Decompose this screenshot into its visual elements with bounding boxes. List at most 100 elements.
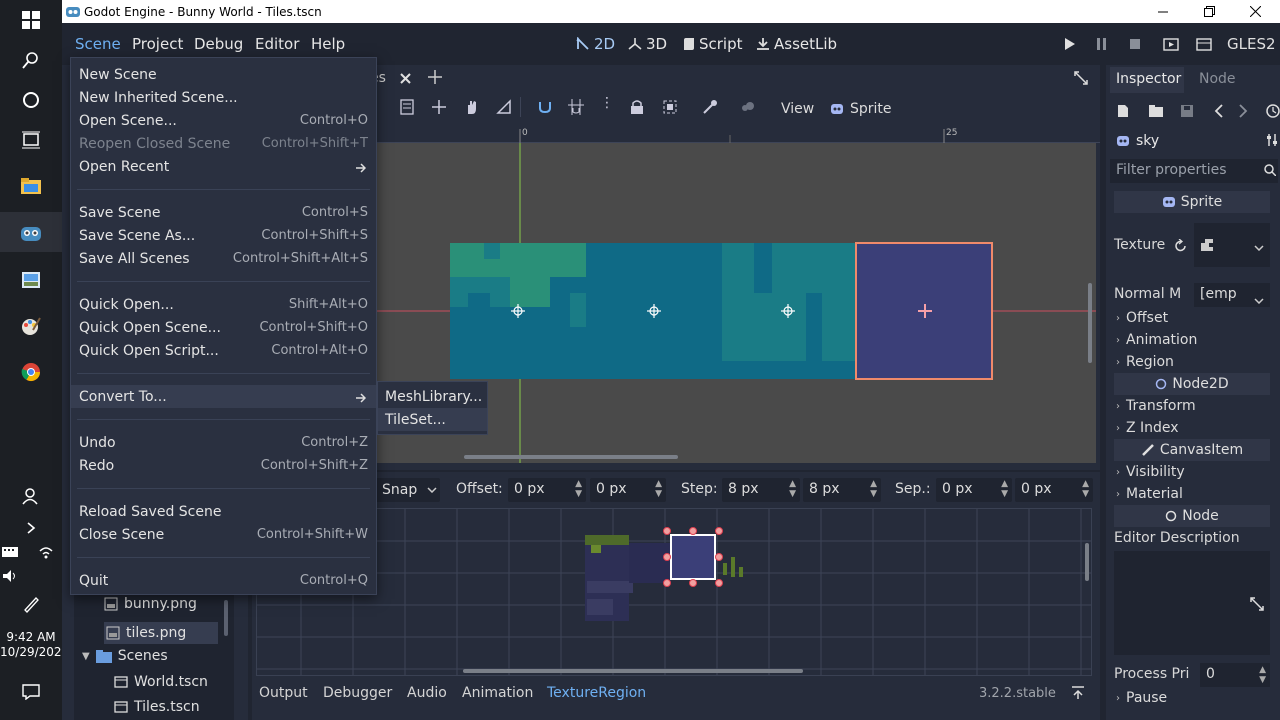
menu-item-quit[interactable]: Quit Control+Q [71, 569, 376, 592]
revert-icon[interactable] [1174, 238, 1188, 257]
new-resource-icon[interactable] [1116, 104, 1130, 122]
minimize-button[interactable] [1140, 0, 1186, 23]
menu-debug[interactable]: Debug [194, 35, 243, 53]
node2d-class-header[interactable]: Node2D [1114, 373, 1270, 395]
pause-icon[interactable] [1096, 37, 1108, 55]
close-tab-icon[interactable] [400, 72, 411, 88]
spinbox-arrows-icon[interactable]: ▲ ▼ [1082, 479, 1089, 499]
history-forward-icon[interactable] [1238, 104, 1248, 122]
offset-y-field[interactable]: 0 px ▲ ▼ [590, 478, 666, 502]
image-viewer-icon[interactable] [0, 260, 62, 300]
sprite-class-header[interactable]: Sprite [1114, 191, 1270, 213]
windows-start-icon[interactable] [0, 0, 62, 40]
tab-inspector[interactable]: Inspector [1116, 71, 1181, 87]
submenu-item-meshlibrary[interactable]: MeshLibrary... [378, 385, 487, 408]
history-back-icon[interactable] [1214, 104, 1224, 122]
stop-icon[interactable] [1129, 38, 1141, 54]
folder-scenes[interactable]: ▼ Scenes [82, 648, 168, 664]
menu-project[interactable]: Project [132, 35, 183, 53]
offset-x-field[interactable]: 0 px ▲ ▼ [508, 478, 586, 502]
spinbox-arrows-icon[interactable]: ▲ ▼ [870, 479, 877, 499]
step-y-field[interactable]: 8 px ▲ ▼ [803, 478, 881, 502]
add-tab-icon[interactable] [428, 70, 442, 88]
menu-item-convert-to[interactable]: Convert To... [71, 385, 376, 408]
particles-icon[interactable] [740, 99, 756, 119]
smart-snap-icon[interactable] [537, 99, 553, 119]
expand-icon[interactable] [1250, 597, 1264, 615]
snap-mode-select[interactable]: Snap [372, 478, 440, 502]
menu-item-new-scene[interactable]: New Scene [71, 63, 376, 86]
close-window-button[interactable] [1232, 0, 1278, 23]
group-animation[interactable]: › Animation [1114, 329, 1274, 351]
texture-vscrollbar[interactable] [1085, 543, 1089, 581]
workspace-2d[interactable]: 2D [576, 35, 615, 53]
file-explorer-icon[interactable] [0, 166, 62, 206]
editor-description-textarea[interactable] [1114, 551, 1270, 655]
cortana-icon[interactable] [0, 80, 62, 120]
chevron-down-icon[interactable] [1254, 239, 1264, 255]
menu-item-quick-open-script[interactable]: Quick Open Script... Control+Alt+O [71, 339, 376, 362]
tab-debugger[interactable]: Debugger [323, 685, 392, 701]
menu-scene[interactable]: Scene [75, 35, 121, 53]
play-custom-scene-icon[interactable] [1196, 37, 1212, 55]
notification-center-icon[interactable] [0, 672, 62, 712]
menu-item-save-all-scenes[interactable]: Save All Scenes Control+Shift+Alt+S [71, 247, 376, 270]
menu-item-open-scene[interactable]: Open Scene... Control+O [71, 109, 376, 132]
search-icon[interactable] [0, 40, 62, 80]
separation-x-field[interactable]: 0 px ▲ ▼ [936, 478, 1012, 502]
ruler-icon[interactable] [496, 99, 512, 119]
canvas-hscrollbar[interactable] [464, 455, 678, 459]
godot-taskbar-icon[interactable] [0, 212, 62, 252]
menu-item-quick-open-scene[interactable]: Quick Open Scene... Control+Shift+O [71, 316, 376, 339]
inspected-node[interactable]: sky [1116, 133, 1159, 149]
menu-item-new-inherited-scene[interactable]: New Inherited Scene... [71, 86, 376, 109]
separation-y-field[interactable]: 0 px ▲ ▼ [1015, 478, 1093, 502]
wifi-icon[interactable] [26, 532, 66, 572]
restore-button[interactable] [1186, 0, 1232, 23]
object-properties-icon[interactable] [1266, 133, 1278, 151]
file-world-tscn[interactable]: World.tscn [114, 674, 208, 690]
group-region[interactable]: › Region [1114, 351, 1274, 373]
pen-icon[interactable] [0, 584, 62, 624]
tab-output[interactable]: Output [259, 685, 308, 701]
move-mode-icon[interactable] [431, 99, 447, 119]
open-folder-icon[interactable] [1148, 104, 1164, 122]
window-title-bar[interactable]: Godot Engine - Bunny World - Tiles.tscn [62, 0, 1280, 23]
submenu-item-tileset[interactable]: TileSet... [378, 408, 487, 431]
play-scene-icon[interactable] [1163, 37, 1179, 55]
step-x-field[interactable]: 8 px ▲ ▼ [722, 478, 800, 502]
menu-item-close-scene[interactable]: Close Scene Control+Shift+W [71, 523, 376, 546]
lock-icon[interactable] [630, 99, 644, 119]
view-menu[interactable]: View [781, 101, 814, 117]
save-icon[interactable] [1180, 104, 1194, 122]
texture-resource-picker[interactable] [1194, 223, 1270, 267]
align-icon[interactable] [400, 99, 416, 119]
normal-map-picker[interactable]: [emp [1194, 283, 1270, 307]
menu-item-undo[interactable]: Undo Control+Z [71, 431, 376, 454]
group-material[interactable]: › Material [1114, 483, 1274, 505]
task-view-icon[interactable] [0, 120, 62, 160]
texture-region-canvas[interactable] [256, 508, 1092, 676]
workspace-script[interactable]: Script [683, 35, 743, 53]
group-pause[interactable]: › Pause [1114, 687, 1274, 709]
file-tiles-png[interactable]: tiles.png [104, 622, 218, 644]
sprite-menu[interactable]: Sprite [830, 101, 892, 117]
spinbox-arrows-icon[interactable]: ▲ ▼ [575, 479, 582, 499]
group-icon[interactable] [662, 99, 678, 119]
workspace-assetlib[interactable]: AssetLib [756, 35, 837, 53]
node-class-header[interactable]: Node [1114, 505, 1270, 527]
chrome-icon[interactable] [0, 352, 62, 392]
workspace-3d[interactable]: 3D [628, 35, 667, 53]
menu-item-reload-saved-scene[interactable]: Reload Saved Scene [71, 500, 376, 523]
grid-snap-icon[interactable] [568, 99, 584, 119]
renderer-selector[interactable]: GLES2 [1227, 35, 1276, 53]
menu-editor[interactable]: Editor [255, 35, 299, 53]
tab-textureregion[interactable]: TextureRegion [547, 685, 646, 701]
tab-audio[interactable]: Audio [407, 685, 447, 701]
object-history-icon[interactable] [1264, 103, 1280, 123]
group-z-index[interactable]: › Z Index [1114, 417, 1274, 439]
pin-panel-icon[interactable] [1071, 686, 1085, 704]
skeleton-icon[interactable] [702, 99, 718, 119]
spinbox-arrows-icon[interactable]: ▲ ▼ [1259, 665, 1266, 685]
menu-item-quick-open[interactable]: Quick Open... Shift+Alt+O [71, 293, 376, 316]
